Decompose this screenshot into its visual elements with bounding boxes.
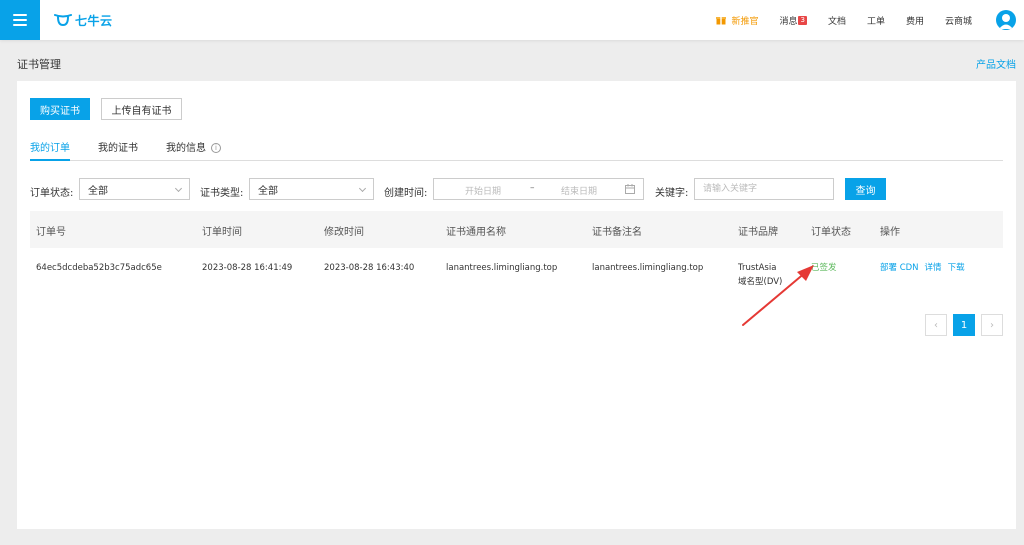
user-icon <box>999 14 1013 29</box>
created-time-label: 创建时间: <box>384 188 428 199</box>
query-button[interactable]: 查询 <box>845 178 886 200</box>
status-badge: 已签发 <box>811 263 837 273</box>
keyword-input[interactable] <box>694 178 834 200</box>
tab-my-orders[interactable]: 我的订单 <box>30 139 70 154</box>
gift-icon <box>716 17 727 25</box>
product-docs-link[interactable]: 产品文档 <box>976 56 1016 71</box>
table-header: 订单号 订单时间 修改时间 证书通用名称 证书备注名 证书品牌 订单状态 操作 <box>30 211 1003 248</box>
details-link[interactable]: 详情 <box>925 263 942 273</box>
cell-order-time: 2023-08-28 16:41:49 <box>202 263 293 273</box>
tab-bar: 我的订单 我的证书 我的信息 i <box>30 133 1003 161</box>
order-status-label: 订单状态: <box>30 188 74 199</box>
nav-messages-label: 消息 <box>779 16 798 27</box>
chevron-down-icon <box>358 184 367 193</box>
cell-order-id: 64ec5dcdeba52b3c75adc65e <box>36 263 162 273</box>
logo-text: 七牛云 <box>75 13 113 28</box>
chevron-down-icon <box>174 184 183 193</box>
buy-certificate-button[interactable]: 购买证书 <box>30 98 90 120</box>
cert-type-label: 证书类型: <box>200 188 244 199</box>
order-status-value: 全部 <box>88 185 108 197</box>
date-range-separator: – <box>530 183 535 193</box>
col-order-id: 订单号 <box>36 227 66 238</box>
nav-marketplace[interactable]: 云商城 <box>945 14 972 27</box>
nav-messages[interactable]: 消息 3 <box>779 14 807 27</box>
main-card: 购买证书 上传自有证书 我的订单 我的证书 我的信息 i 订单状态: 全部 证书类… <box>17 81 1016 529</box>
qiniu-logo-icon <box>54 14 72 27</box>
page-title: 证书管理 <box>17 58 61 71</box>
page-1-button[interactable]: 1 <box>953 314 975 336</box>
top-bar: 七牛云 新推官 消息 3 文档 工单 费用 云商城 <box>0 0 1024 40</box>
col-status: 订单状态 <box>811 227 851 238</box>
info-icon: i <box>211 143 221 153</box>
col-actions: 操作 <box>880 227 900 238</box>
top-nav: 新推官 消息 3 文档 工单 费用 云商城 <box>695 0 1024 40</box>
prev-page-button[interactable]: ‹ <box>925 314 947 336</box>
cell-modified-time: 2023-08-28 16:43:40 <box>324 263 415 273</box>
order-status-select[interactable]: 全部 <box>79 178 190 200</box>
start-date-field[interactable]: 开始日期 <box>465 184 501 197</box>
next-page-button[interactable]: › <box>981 314 1003 336</box>
deploy-cdn-link[interactable]: 部署 CDN <box>880 263 919 273</box>
brand-type: 域名型(DV) <box>738 277 783 287</box>
nav-docs[interactable]: 文档 <box>828 14 846 27</box>
brand-name: TrustAsia <box>738 263 777 273</box>
date-range-picker[interactable]: 开始日期 – 结束日期 <box>433 178 644 200</box>
table-row: 64ec5dcdeba52b3c75adc65e 2023-08-28 16:4… <box>30 248 1003 298</box>
end-date-field[interactable]: 结束日期 <box>561 184 597 197</box>
cert-type-select[interactable]: 全部 <box>249 178 374 200</box>
tab-my-certificates[interactable]: 我的证书 <box>98 139 138 154</box>
cell-actions: 部署 CDN 详情 下载 <box>880 261 971 275</box>
col-common-name: 证书通用名称 <box>446 227 506 238</box>
col-remark-name: 证书备注名 <box>592 227 642 238</box>
menu-line <box>13 24 27 26</box>
col-order-time: 订单时间 <box>202 227 242 238</box>
upload-certificate-button[interactable]: 上传自有证书 <box>101 98 182 120</box>
qiniu-logo[interactable]: 七牛云 <box>54 11 113 29</box>
cert-type-value: 全部 <box>258 185 278 197</box>
message-count-badge: 3 <box>798 15 807 25</box>
user-avatar[interactable] <box>996 10 1016 30</box>
tab-my-info-label: 我的信息 <box>166 143 206 154</box>
nav-billing[interactable]: 费用 <box>906 14 924 27</box>
hamburger-menu-button[interactable] <box>0 0 40 40</box>
calendar-icon <box>625 184 635 194</box>
keyword-label: 关键字: <box>655 188 689 199</box>
menu-line <box>13 19 27 21</box>
nav-tickets[interactable]: 工单 <box>867 14 885 27</box>
cell-remark-name: lanantrees.limingliang.top <box>592 263 704 273</box>
cell-common-name: lanantrees.limingliang.top <box>446 263 558 273</box>
menu-line <box>13 14 27 16</box>
tab-my-info[interactable]: 我的信息 i <box>166 139 221 154</box>
nav-new-promo[interactable]: 新推官 <box>716 14 758 27</box>
col-modified-time: 修改时间 <box>324 227 364 238</box>
nav-new-promo-label: 新推官 <box>731 16 759 27</box>
col-brand: 证书品牌 <box>738 227 778 238</box>
download-link[interactable]: 下载 <box>948 263 965 273</box>
active-tab-indicator <box>30 159 70 161</box>
cell-brand: TrustAsia 域名型(DV) <box>738 261 782 289</box>
